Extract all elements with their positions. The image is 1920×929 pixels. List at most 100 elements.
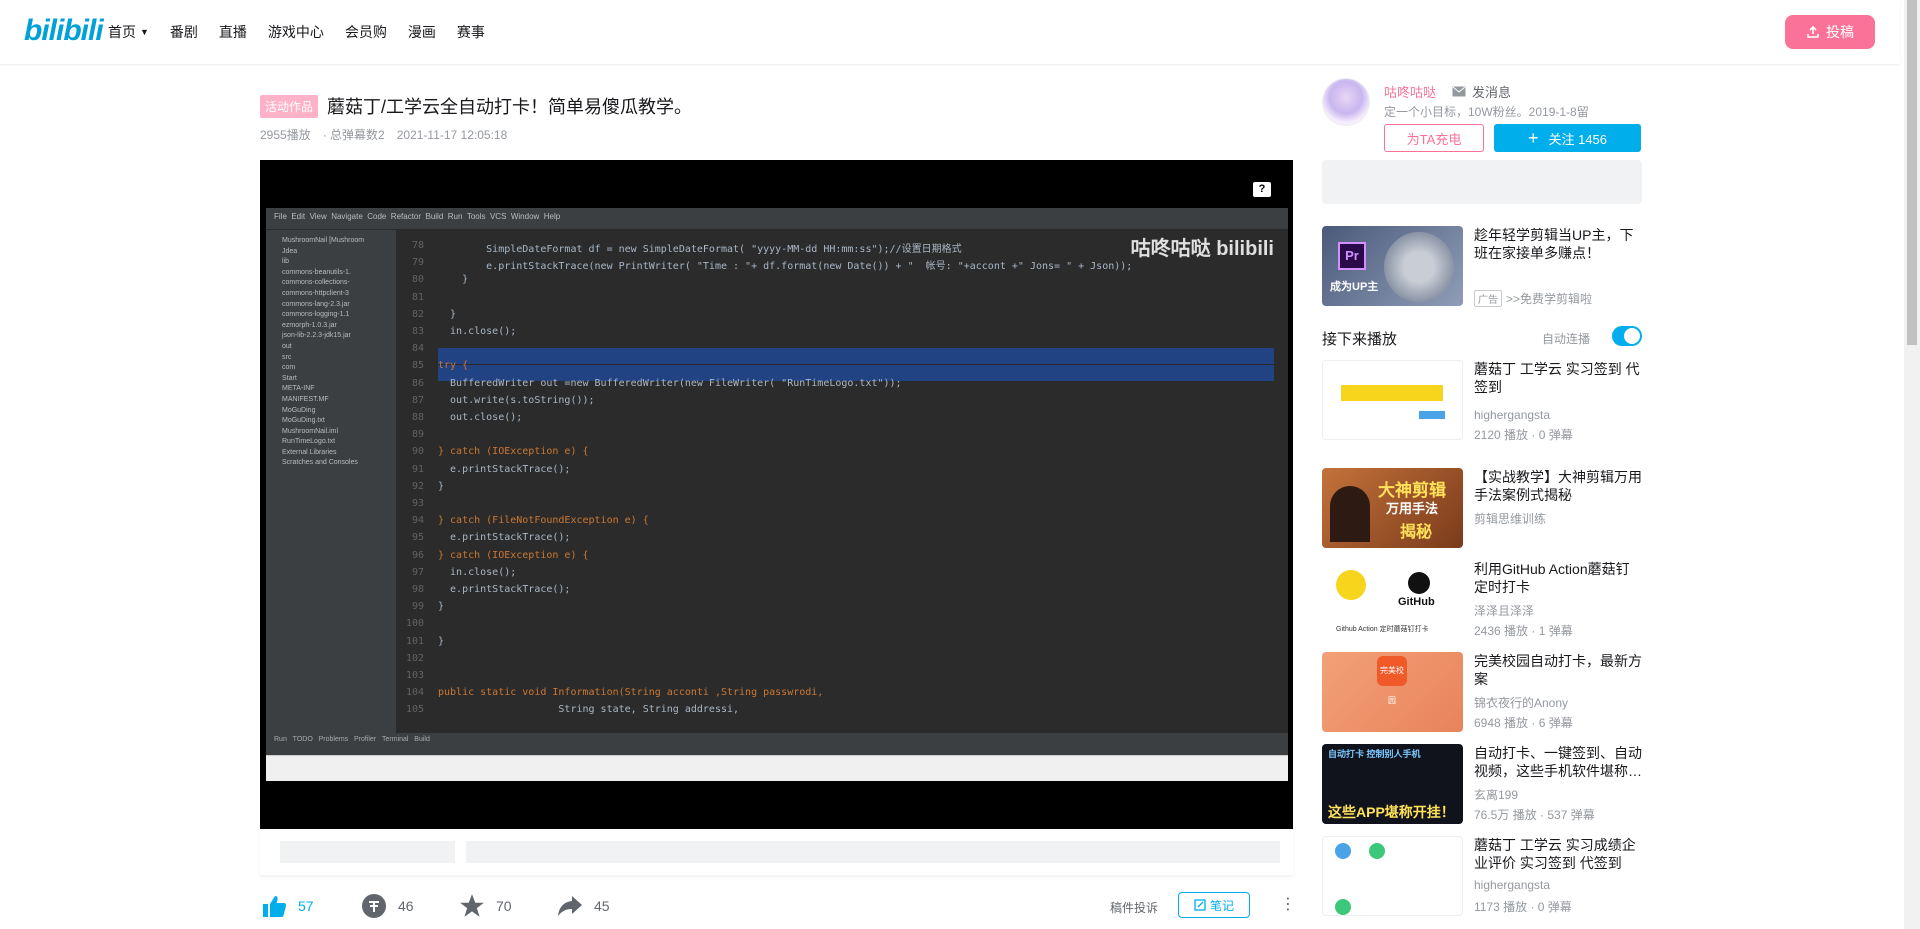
star-icon [458, 892, 486, 920]
plus-icon: + [1527, 128, 1539, 148]
page-scrollbar[interactable] [1904, 0, 1920, 929]
tree-item: Jdea [282, 247, 298, 255]
scrollbar-thumb[interactable] [1907, 0, 1917, 345]
code-selection [438, 348, 1274, 364]
video-title: 蘑菇丁/工学云全自动打卡！简单易傻瓜教学。 [327, 97, 693, 117]
ad-thumbnail[interactable]: Pr 成为UP主 [1322, 226, 1463, 306]
nav-item-live[interactable]: 直播 [219, 22, 247, 42]
nav-menu: 首页 ▼ 番剧 直播 游戏中心 会员购 漫画 赛事 [108, 22, 506, 42]
ad-card[interactable]: Pr 成为UP主 趁年轻学剪辑当UP主，下班在家接单多赚点！ 广告 >>免费学剪辑… [1322, 226, 1642, 307]
ide-project-tree: MushroomNail [Mushroom Jdea lib commons-bea… [266, 230, 396, 755]
help-icon[interactable]: ? [1253, 182, 1271, 197]
upload-button[interactable]: 投稿 [1785, 15, 1875, 49]
tree-item: out [282, 342, 292, 350]
like-button[interactable]: 57 [260, 892, 314, 920]
favorite-button[interactable]: 70 [458, 892, 512, 920]
tree-item: commons-collections- [282, 279, 350, 287]
tree-item: Start [282, 374, 297, 382]
tree-item: commons-beanutils-1. [282, 268, 351, 276]
placeholder-bar [466, 841, 1280, 863]
tree-item: MoGuDing.txt [282, 417, 325, 425]
send-message-link[interactable]: 发消息 [1452, 82, 1511, 101]
ad-tag: 广告 [1474, 290, 1502, 307]
cat-image [1384, 232, 1454, 302]
tree-item: External Libraries [282, 448, 337, 456]
note-button[interactable]: 笔记 [1178, 892, 1250, 918]
video-title[interactable]: 完美校园自动打卡，最新方案 [1474, 652, 1642, 688]
bilibili-logo[interactable]: bilibili [24, 14, 104, 48]
video-actions: 57 46 70 45 稿件投诉 笔记 ⋮ [260, 892, 1300, 922]
video-player[interactable]: ? File Edit View Navigate Code Refactor … [260, 160, 1293, 829]
list-item[interactable]: GitHub Github Action 定时蘑菇钉打卡 利用GitHub Ac… [1322, 560, 1642, 640]
video-frame: File Edit View Navigate Code Refactor Bu… [266, 208, 1288, 781]
video-owner[interactable]: 泽泽且泽泽 [1474, 602, 1534, 619]
ad-link[interactable]: 广告 >>免费学剪辑啦 [1474, 290, 1592, 307]
uploader-description: 定一个小目标，10W粉丝。2019-1-8留 [1384, 105, 1589, 119]
nav-item-anime[interactable]: 番剧 [170, 22, 198, 42]
ad-thumb-caption: 成为UP主 [1330, 281, 1379, 293]
placeholder-bar [280, 841, 455, 863]
video-stats: 2436 播放 · 1 弹幕 [1474, 624, 1573, 638]
share-button[interactable]: 45 [556, 892, 610, 920]
view-count: 2955播放 [260, 128, 311, 142]
ide-statusbar: Run TODO Problems Profiler Terminal Buil… [266, 733, 1288, 755]
coin-button[interactable]: 46 [360, 892, 414, 920]
tree-item: src [282, 353, 292, 361]
list-item[interactable]: 大神剪辑 万用手法 揭秘 【实战教学】大神剪辑万用手法案例式揭秘 剪辑思维训练 [1322, 468, 1642, 548]
video-title[interactable]: 蘑菇丁 工学云 实习成绩企业评价 实习签到 代签到 [1474, 836, 1642, 872]
charge-button[interactable]: 为TA充电 [1384, 124, 1484, 152]
video-title[interactable]: 蘑菇丁 工学云 实习签到 代签到 [1474, 360, 1642, 396]
video-thumbnail[interactable]: 大神剪辑 万用手法 揭秘 [1322, 468, 1463, 548]
list-item[interactable]: 完美校园 完美校园自动打卡，最新方案 锦衣夜行的Anony 6948 播放 · … [1322, 652, 1642, 732]
video-owner[interactable]: 剪辑思维训练 [1474, 510, 1546, 527]
tree-item: MoGuDing [282, 406, 316, 414]
tree-item: lib [282, 258, 290, 266]
video-owner[interactable]: 玄离199 [1474, 786, 1518, 803]
video-title[interactable]: 【实战教学】大神剪辑万用手法案例式揭秘 [1474, 468, 1642, 504]
video-thumbnail[interactable]: GitHub Github Action 定时蘑菇钉打卡 [1322, 560, 1463, 640]
tree-item: ezmorph-1.0.3.jar [282, 321, 337, 329]
nav-item-esports[interactable]: 赛事 [457, 22, 485, 42]
video-owner[interactable]: highergangsta [1474, 408, 1550, 422]
nav-item-mall[interactable]: 会员购 [345, 22, 387, 42]
activity-tag[interactable]: 活动作品 [260, 94, 319, 118]
video-title-row: 活动作品 蘑菇丁/工学云全自动打卡！简单易傻瓜教学。 [260, 93, 692, 119]
follow-button[interactable]: + 关注 1456 [1494, 124, 1641, 152]
video-thumbnail[interactable] [1322, 836, 1463, 916]
uploader-name[interactable]: 咕咚咕哒 [1384, 82, 1436, 101]
ide-code-editor: 78 SimpleDateFormat df = new SimpleDateF… [398, 230, 1274, 755]
tree-item: MANIFEST.MF [282, 395, 329, 403]
tree-item: json-lib-2.2.3-jdk15.jar [282, 332, 351, 340]
nav-item-game-center[interactable]: 游戏中心 [268, 22, 324, 42]
chevron-down-icon: ▼ [140, 27, 149, 37]
publish-date: 2021-11-17 12:05:18 [396, 128, 508, 142]
report-link[interactable]: 稿件投诉 [1110, 899, 1158, 916]
tree-item: RunTimeLogo.txt [282, 438, 336, 446]
github-icon [1408, 572, 1430, 594]
video-thumbnail[interactable] [1322, 360, 1463, 440]
windows-taskbar [266, 755, 1288, 781]
up-next-header: 接下来播放 自动连播 [1322, 326, 1642, 350]
autoplay-label: 自动连播 [1542, 332, 1591, 346]
nav-item-manga[interactable]: 漫画 [408, 22, 436, 42]
nav-item-home[interactable]: 首页 ▼ [108, 22, 149, 42]
ad-title[interactable]: 趁年轻学剪辑当UP主，下班在家接单多赚点！ [1474, 226, 1642, 262]
more-icon[interactable]: ⋮ [1280, 894, 1296, 914]
tree-item: MushroomNail [Mushroom [282, 237, 365, 244]
video-title[interactable]: 自动打卡、一键签到、自动视频，这些手机软件堪称… [1474, 744, 1642, 780]
video-owner[interactable]: 锦衣夜行的Anony [1474, 694, 1568, 711]
video-thumbnail[interactable]: 完美校园 [1322, 652, 1463, 732]
video-stats: 1173 播放 · 0 弹幕 [1474, 900, 1572, 914]
tree-item: commons-httpclient-3 [282, 289, 349, 297]
note-icon [1194, 899, 1206, 911]
list-item[interactable]: 蘑菇丁 工学云 实习成绩企业评价 实习签到 代签到 highergangsta … [1322, 836, 1642, 916]
video-stats: 2120 播放 · 0 弹幕 [1474, 428, 1573, 442]
video-title[interactable]: 利用GitHub Action蘑菇钉定时打卡 [1474, 560, 1642, 596]
video-stats: 76.5万 播放 · 537 弹幕 [1474, 808, 1595, 822]
list-item[interactable]: 自动打卡 控制别人手机 这些APP堪称开挂！ 自动打卡、一键签到、自动视频，这些… [1322, 744, 1642, 824]
video-thumbnail[interactable]: 自动打卡 控制别人手机 这些APP堪称开挂！ [1322, 744, 1463, 824]
avatar[interactable] [1322, 78, 1370, 126]
list-item[interactable]: 蘑菇丁 工学云 实习签到 代签到 highergangsta 2120 播放 ·… [1322, 360, 1642, 442]
autoplay-toggle[interactable] [1612, 326, 1642, 346]
video-owner[interactable]: highergangsta [1474, 878, 1550, 892]
